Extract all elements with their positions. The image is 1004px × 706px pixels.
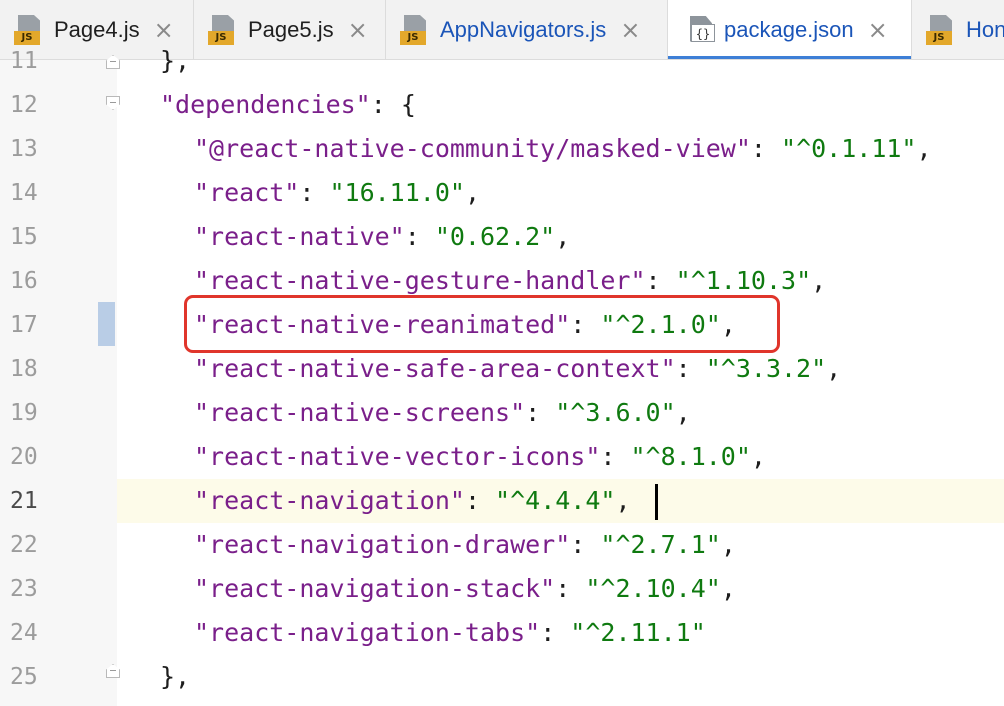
code-line[interactable]: 13 "@react-native-community/masked-view":…	[0, 127, 1004, 171]
code-text: "react-native-safe-area-context": "^3.3.…	[194, 347, 841, 391]
json-key: "react"	[194, 178, 300, 207]
line-number: 12	[10, 92, 38, 118]
text-caret	[655, 484, 658, 520]
line-number: 25	[10, 664, 38, 690]
punctuation: ,	[555, 222, 571, 251]
line-number: 16	[10, 268, 38, 294]
code-line[interactable]: 22 "react-navigation-drawer": "^2.7.1",	[0, 523, 1004, 567]
code-line[interactable]: 18 "react-native-safe-area-context": "^3.…	[0, 347, 1004, 391]
line-number: 18	[10, 356, 38, 382]
json-string-value: "^2.7.1"	[600, 530, 721, 559]
line-number: 23	[10, 576, 38, 602]
punctuation: :	[299, 178, 330, 207]
line-number: 17	[10, 312, 38, 338]
punctuation: ,	[464, 178, 480, 207]
punctuation: ,	[615, 486, 631, 515]
punctuation: :	[525, 398, 556, 427]
code-line[interactable]: 23 "react-navigation-stack": "^2.10.4",	[0, 567, 1004, 611]
punctuation: ,	[826, 354, 842, 383]
code-line[interactable]: 24 "react-navigation-tabs": "^2.11.1"	[0, 611, 1004, 655]
line-number: 22	[10, 532, 38, 558]
punctuation: :	[750, 134, 782, 163]
code-line[interactable]: 25},	[0, 655, 1004, 699]
json-string-value: "^2.11.1"	[570, 618, 706, 647]
close-icon[interactable]: ×	[154, 18, 174, 42]
punctuation: ,	[811, 266, 827, 295]
json-key: "react-navigation-tabs"	[194, 618, 541, 647]
punctuation: :	[540, 618, 571, 647]
punctuation: :	[675, 354, 706, 383]
json-key: "react-native-screens"	[194, 398, 526, 427]
json-string-value: "^0.1.11"	[781, 134, 917, 163]
line-number: 20	[10, 444, 38, 470]
line-number: 15	[10, 224, 38, 250]
highlight-box-reanimated	[184, 295, 780, 353]
json-string-value: "0.62.2"	[434, 222, 556, 251]
punctuation: ,	[720, 530, 736, 559]
code-text: "react-native-vector-icons": "^8.1.0",	[194, 435, 766, 479]
line-number: 24	[10, 620, 38, 646]
punctuation: },	[160, 46, 191, 75]
code-text: "react-native-screens": "^3.6.0",	[194, 391, 691, 435]
close-icon[interactable]: ×	[348, 18, 368, 42]
punctuation: ,	[720, 574, 736, 603]
line-number: 19	[10, 400, 38, 426]
json-string-value: "^2.10.4"	[585, 574, 721, 603]
json-string-value: "^3.6.0"	[555, 398, 676, 427]
code-text: },	[160, 39, 190, 83]
punctuation: :	[570, 530, 601, 559]
code-line[interactable]: 19 "react-native-screens": "^3.6.0",	[0, 391, 1004, 435]
code-text: "dependencies": {	[160, 83, 416, 127]
punctuation: :	[645, 266, 676, 295]
code-text: "react": "16.11.0",	[194, 171, 480, 215]
json-string-value: "^1.10.3"	[675, 266, 812, 295]
code-line[interactable]: 14 "react": "16.11.0",	[0, 171, 1004, 215]
punctuation: ,	[750, 442, 766, 471]
json-string-value: "^3.3.2"	[705, 354, 827, 383]
code-line[interactable]: 15 "react-native": "0.62.2",	[0, 215, 1004, 259]
punctuation: : {	[370, 90, 416, 119]
json-key: "react-native-vector-icons"	[194, 442, 601, 471]
line-number: 14	[10, 180, 38, 206]
punctuation: ,	[916, 134, 932, 163]
code-line[interactable]: 21 "react-navigation": "^4.4.4",	[0, 479, 1004, 523]
json-string-value: "16.11.0"	[329, 178, 465, 207]
json-key: "react-navigation-stack"	[194, 574, 556, 603]
close-icon[interactable]: ×	[620, 18, 640, 42]
punctuation: :	[600, 442, 631, 471]
punctuation: :	[555, 574, 586, 603]
code-text: "react-navigation": "^4.4.4",	[194, 479, 631, 523]
json-key: "react-native-safe-area-context"	[194, 354, 676, 383]
punctuation: },	[160, 662, 191, 691]
code-text: },	[160, 655, 190, 699]
punctuation: :	[404, 222, 435, 251]
json-key: "react-navigation"	[194, 486, 465, 515]
code-text: "react-navigation-tabs": "^2.11.1"	[194, 611, 706, 655]
punctuation: ,	[675, 398, 691, 427]
code-text: "@react-native-community/masked-view": "…	[194, 127, 932, 171]
line-number: 21	[10, 488, 38, 514]
code-text: "react-navigation-drawer": "^2.7.1",	[194, 523, 736, 567]
json-key: "@react-native-community/masked-view"	[194, 134, 751, 163]
json-string-value: "^4.4.4"	[495, 486, 616, 515]
json-key: "react-navigation-drawer"	[194, 530, 571, 559]
code-line[interactable]: 20 "react-native-vector-icons": "^8.1.0",	[0, 435, 1004, 479]
code-text: "react-navigation-stack": "^2.10.4",	[194, 567, 736, 611]
json-key: "react-native"	[194, 222, 405, 251]
json-string-value: "^8.1.0"	[630, 442, 751, 471]
line-number: 11	[10, 48, 38, 74]
json-key: "dependencies"	[160, 90, 371, 119]
line-number: 13	[10, 136, 38, 162]
code-line[interactable]: 11},	[0, 39, 1004, 83]
close-icon[interactable]: ×	[868, 18, 888, 42]
punctuation: :	[464, 486, 496, 515]
json-key: "react-native-gesture-handler"	[194, 266, 646, 295]
code-line[interactable]: 12 "dependencies": {	[0, 83, 1004, 127]
code-text: "react-native": "0.62.2",	[194, 215, 570, 259]
